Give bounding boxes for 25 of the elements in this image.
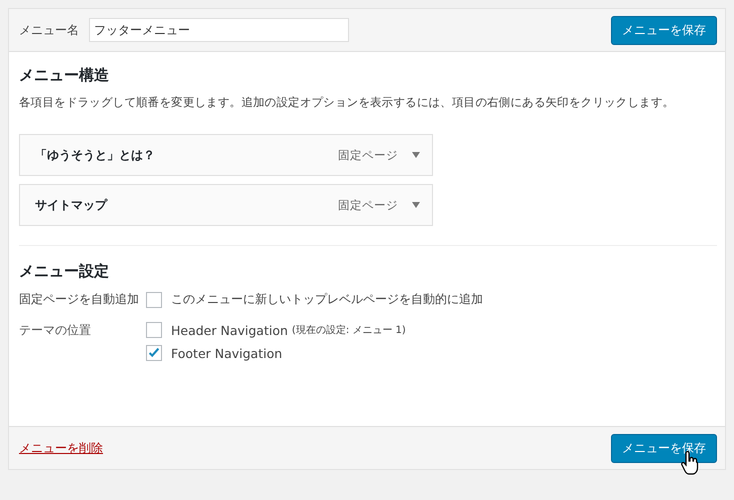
menu-item-title: 「ゆうそうと」とは？ (35, 146, 155, 164)
setting-label: テーマの位置 (19, 322, 92, 339)
delete-menu-link[interactable]: メニューを削除 (19, 440, 103, 456)
caret-icon[interactable] (412, 202, 420, 208)
menu-item[interactable]: 「ゆうそうと」とは？ 固定ページ (19, 134, 433, 176)
checkbox[interactable] (146, 292, 162, 308)
option-label: このメニューに新しいトップレベルページを自動的に追加 (171, 291, 483, 308)
option-note: (現在の設定: メニュー 1) (292, 324, 406, 337)
section-title: メニュー設定 (19, 262, 110, 281)
setting-label: 固定ページを自動追加 (19, 291, 140, 308)
section-title: メニュー構造 (19, 66, 110, 85)
menu-item[interactable]: サイトマップ 固定ページ (19, 184, 433, 226)
menu-name-field[interactable]: フッターメニュー (89, 18, 349, 42)
save-menu-button[interactable]: メニューを保存 (611, 434, 717, 462)
option-label: Header Navigation (171, 322, 288, 338)
option-label: Footer Navigation (171, 346, 282, 360)
menu-name-label: メニュー名 (19, 22, 79, 38)
save-menu-button[interactable]: メニューを保存 (611, 16, 717, 44)
item-type-label: 固定ページ (338, 148, 398, 162)
instructions-text: 各項目をドラッグして順番を変更します。追加の設定オプションを表示するには、項目の右側にある矢印をクリックします。 (19, 95, 676, 110)
checkbox[interactable] (146, 322, 162, 338)
checkbox[interactable] (146, 345, 162, 361)
caret-icon[interactable] (412, 152, 420, 158)
item-type-label: 固定ページ (338, 198, 398, 212)
menu-item-title: サイトマップ (35, 196, 107, 214)
